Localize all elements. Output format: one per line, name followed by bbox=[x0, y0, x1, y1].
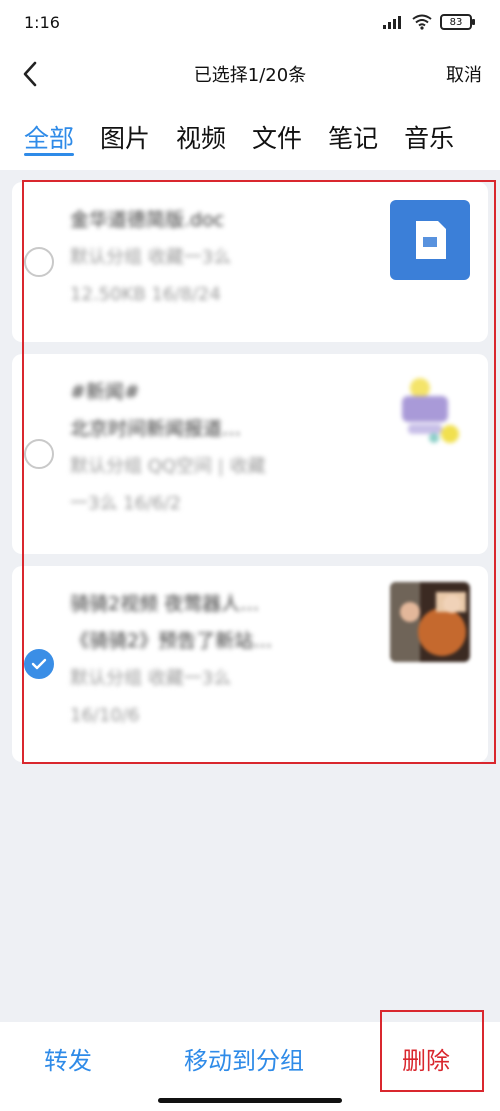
check-icon bbox=[31, 658, 47, 670]
forward-button[interactable]: 转发 bbox=[44, 1022, 92, 1094]
tab-images[interactable]: 图片 bbox=[100, 104, 150, 170]
back-button[interactable] bbox=[12, 54, 48, 94]
delete-button[interactable]: 删除 bbox=[402, 1022, 450, 1094]
doc-icon bbox=[390, 200, 470, 280]
tab-notes[interactable]: 笔记 bbox=[328, 104, 378, 170]
battery-level: 83 bbox=[449, 16, 463, 28]
list-item[interactable]: 金华道德简版.doc 默认分组 收藏一3么 12.50KB 16/8/24 bbox=[12, 182, 488, 342]
tab-all[interactable]: 全部 bbox=[24, 104, 75, 170]
item-title: 骑骑2视频 夜莺器人… bbox=[70, 593, 260, 615]
item-meta: 16/10/6 bbox=[70, 705, 140, 726]
move-to-group-button[interactable]: 移动到分组 bbox=[184, 1022, 304, 1094]
status-icons: 83 bbox=[382, 14, 475, 30]
select-radio[interactable] bbox=[24, 247, 54, 277]
tab-files[interactable]: 文件 bbox=[252, 104, 302, 170]
item-title: #新闻# bbox=[70, 381, 140, 403]
page-title: 已选择1/20条 bbox=[193, 65, 307, 86]
tab-music[interactable]: 音乐 bbox=[404, 104, 454, 170]
item-title: 金华道德简版.doc bbox=[70, 209, 225, 231]
select-radio-checked[interactable] bbox=[24, 649, 54, 679]
list-item[interactable]: #新闻# 北京时间新闻报道… 默认分组 QQ空间 | 收藏 一3么 16/6/2 bbox=[12, 354, 488, 554]
selection-header: 已选择1/20条 取消 bbox=[0, 44, 500, 104]
item-title: 《骑骑2》预告了新站… bbox=[70, 630, 273, 652]
item-meta: 默认分组 收藏一3么 bbox=[70, 247, 232, 268]
category-tabs: 全部 图片 视频 文件 笔记 音乐 bbox=[0, 104, 500, 170]
status-time: 1:16 bbox=[24, 12, 60, 32]
photo-image bbox=[390, 582, 470, 662]
cancel-button[interactable]: 取消 bbox=[446, 44, 482, 104]
list-item[interactable]: 骑骑2视频 夜莺器人… 《骑骑2》预告了新站… 默认分组 收藏一3么 16/10… bbox=[12, 566, 488, 762]
signal-icon bbox=[383, 16, 401, 29]
favorites-list: 金华道德简版.doc 默认分组 收藏一3么 12.50KB 16/8/24 #新… bbox=[12, 182, 488, 762]
battery-icon: 83 bbox=[440, 14, 475, 30]
select-radio[interactable] bbox=[24, 439, 54, 469]
item-meta: 12.50KB 16/8/24 bbox=[70, 284, 221, 305]
home-indicator[interactable] bbox=[158, 1098, 342, 1103]
tab-videos[interactable]: 视频 bbox=[176, 104, 226, 170]
item-meta: 默认分组 QQ空间 | 收藏 bbox=[70, 456, 266, 477]
item-title: 北京时间新闻报道… bbox=[70, 418, 242, 440]
item-meta: 默认分组 收藏一3么 bbox=[70, 668, 232, 689]
wifi-icon bbox=[412, 14, 432, 30]
chevron-left-icon bbox=[23, 61, 37, 87]
item-meta: 一3么 16/6/2 bbox=[70, 493, 182, 514]
status-bar: 1:16 83 bbox=[0, 0, 500, 44]
news-image bbox=[390, 372, 470, 452]
